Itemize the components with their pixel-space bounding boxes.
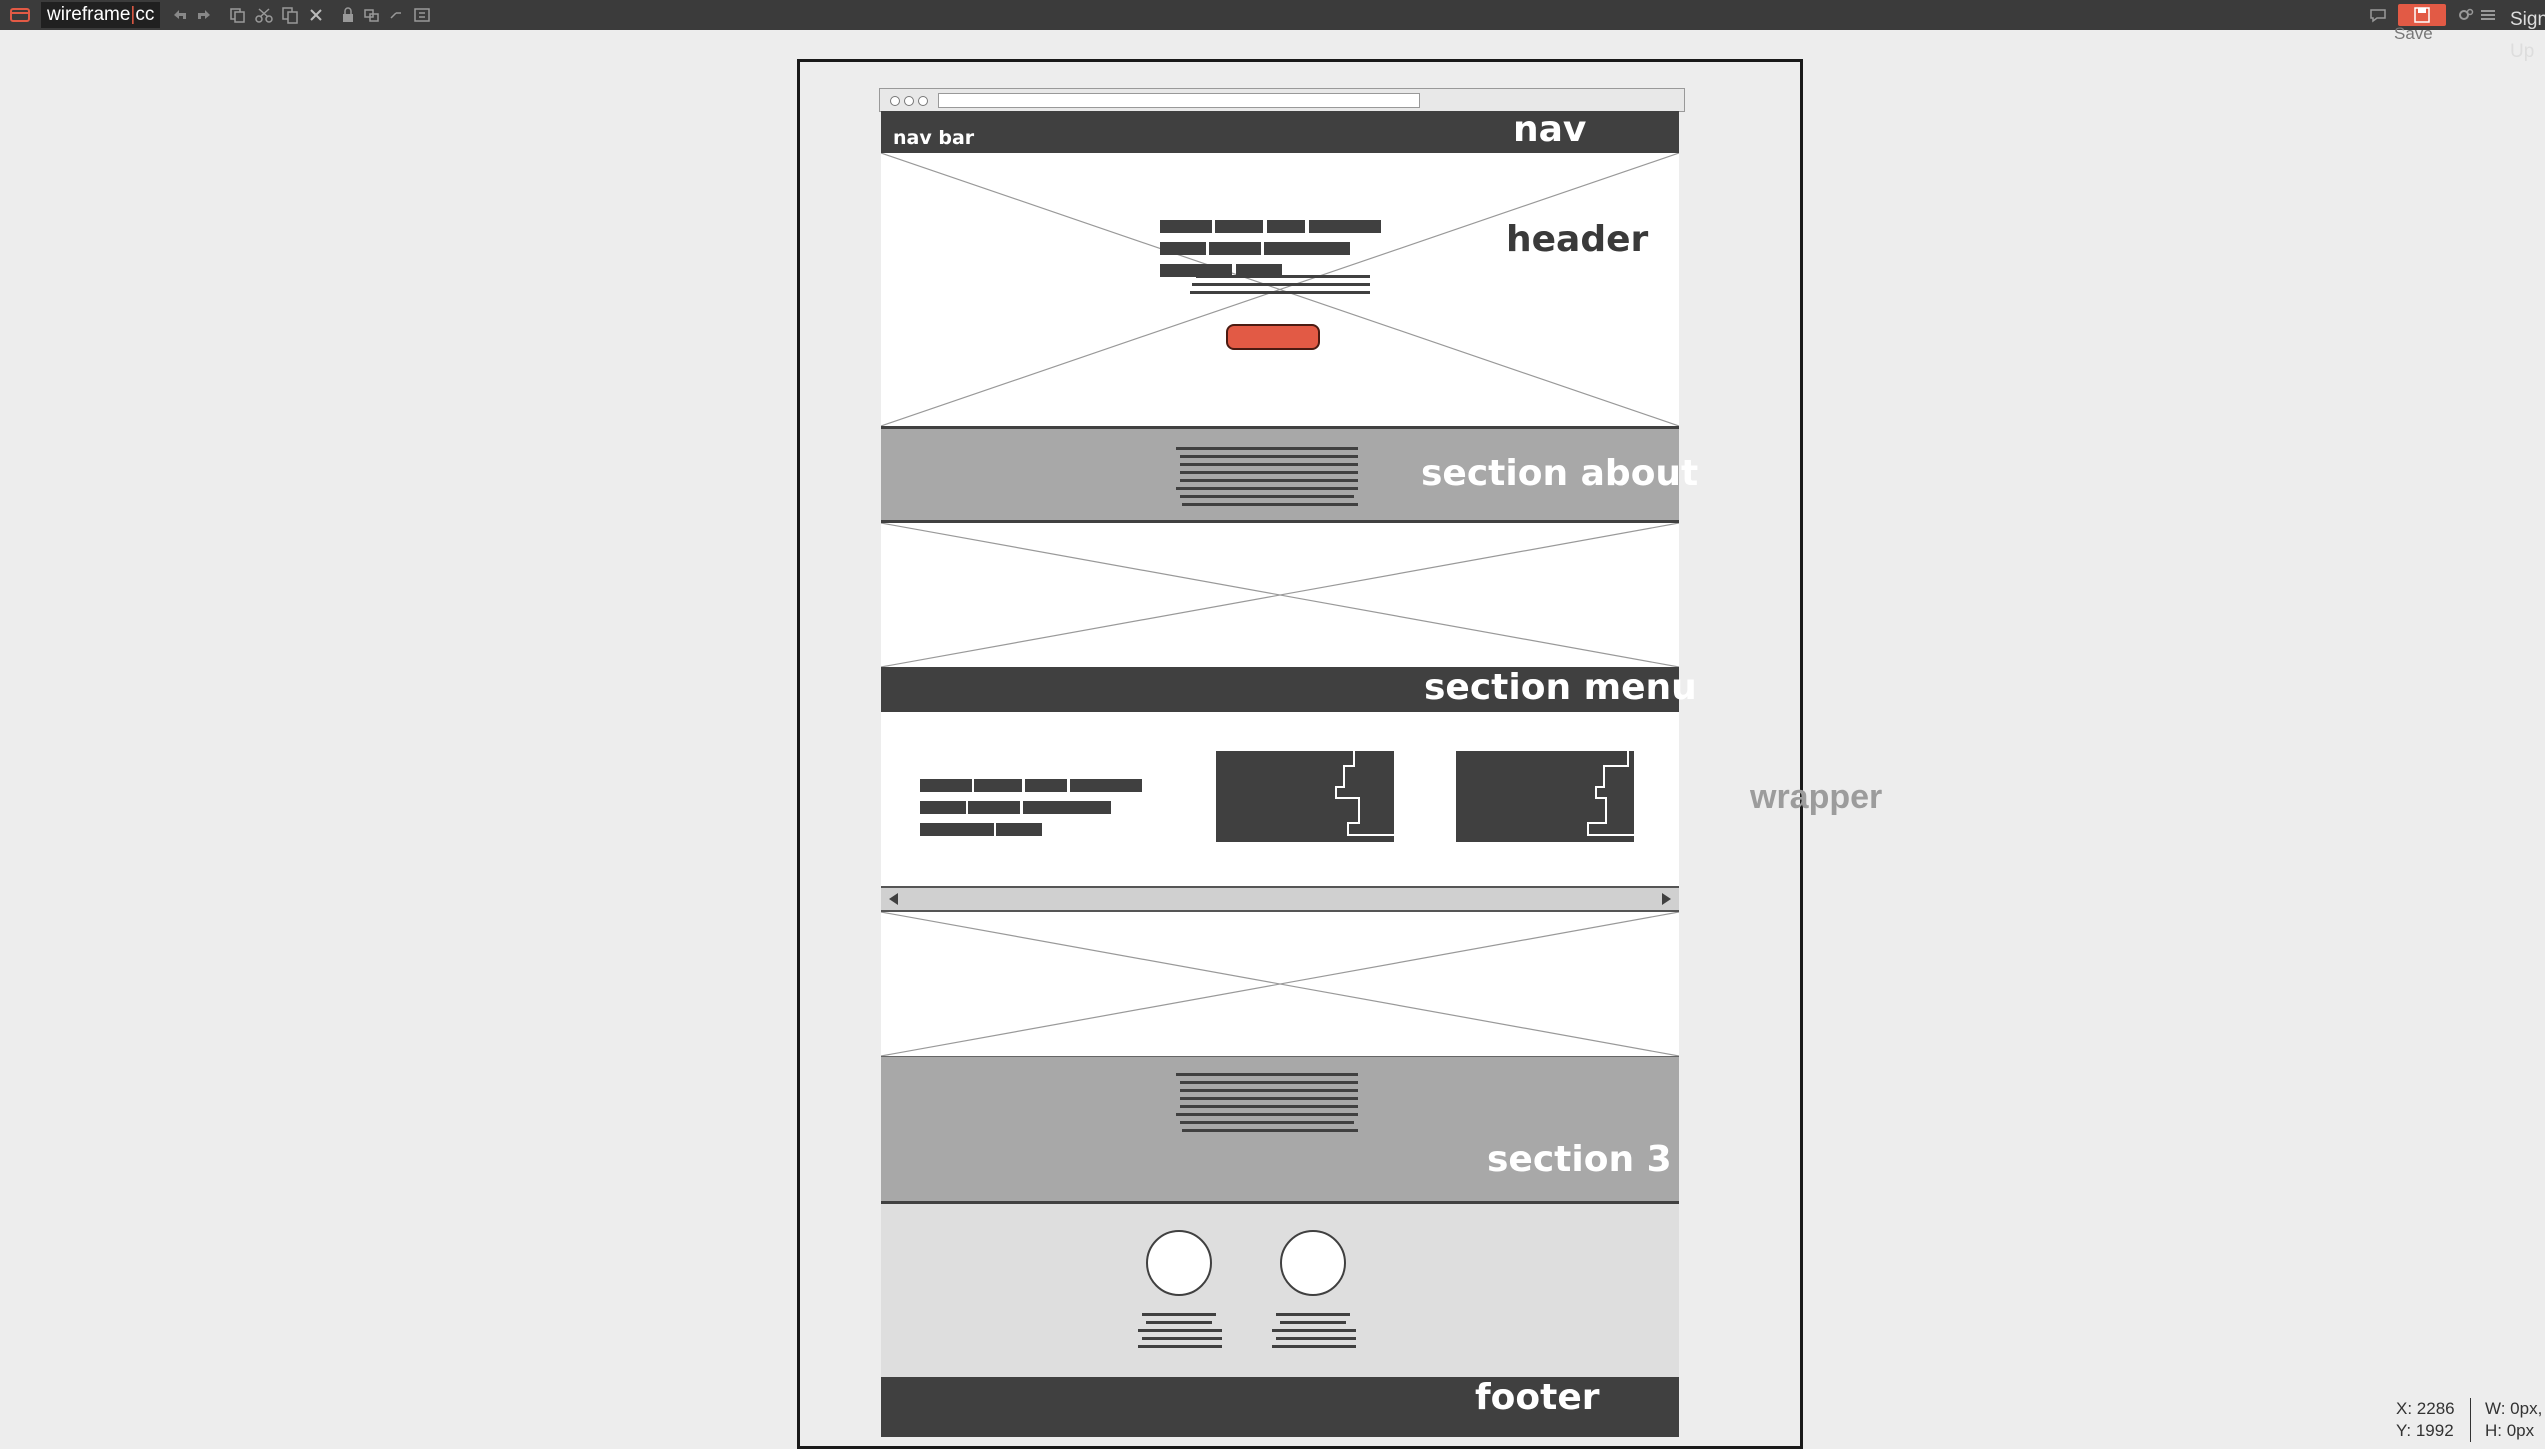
redo-icon[interactable]: [194, 6, 214, 24]
header-cta-button[interactable]: [1226, 324, 1320, 350]
cursor-coordinates: X: 2286 Y: 1992: [2396, 1398, 2455, 1442]
copy-icon[interactable]: [280, 6, 300, 24]
x-coordinate: X: 2286: [2396, 1399, 2455, 1418]
image-placeholder-3[interactable]: [881, 910, 1679, 1056]
window-dot: [918, 96, 928, 106]
menu-card-icon: [1335, 751, 1394, 836]
window-dot: [904, 96, 914, 106]
lock-icon[interactable]: [338, 6, 358, 24]
save-label: Save: [2394, 24, 2433, 43]
menu-card[interactable]: [1456, 751, 1634, 842]
window-dot: [890, 96, 900, 106]
align-icon[interactable]: [412, 6, 432, 24]
logo-suffix: cc: [135, 4, 155, 25]
section-menu-label: section menu: [1424, 667, 1697, 708]
height-readout: H: 0px: [2485, 1421, 2535, 1440]
avatar[interactable]: [1146, 1230, 1212, 1296]
wrapper-label: wrapper: [1750, 778, 1883, 816]
section-about[interactable]: section about: [881, 429, 1698, 523]
top-toolbar: wireframe|cc Sign Up: [0, 0, 2545, 62]
nav-section[interactable]: nav bar nav: [881, 109, 1679, 153]
delete-icon[interactable]: [306, 6, 326, 24]
menu-icon[interactable]: [2478, 6, 2498, 24]
selection-size: W: 0px, H: 0px: [2470, 1398, 2542, 1442]
menu-card-icon: [1587, 751, 1634, 836]
app-window-icon[interactable]: [8, 5, 32, 25]
ungroup-icon[interactable]: [386, 6, 406, 24]
url-bar: [938, 93, 1420, 108]
width-readout: W: 0px,: [2485, 1399, 2543, 1418]
section-3-label: section 3: [1487, 1139, 1672, 1180]
duplicate-icon[interactable]: [228, 6, 248, 24]
team-section[interactable]: [881, 1204, 1679, 1377]
image-placeholder: [881, 153, 1679, 426]
footer-section[interactable]: footer: [881, 1377, 1679, 1437]
undo-icon[interactable]: [170, 6, 190, 24]
horizontal-scrollbar[interactable]: [881, 886, 1679, 910]
scroll-left-icon[interactable]: [887, 892, 901, 906]
save-button[interactable]: [2398, 4, 2446, 26]
nav-label: nav: [1513, 109, 1587, 150]
section-about-label: section about: [1421, 453, 1699, 494]
scroll-right-icon[interactable]: [1659, 892, 1673, 906]
image-placeholder-lines: [881, 523, 1679, 667]
section-menu-bar[interactable]: section menu: [881, 667, 1697, 712]
nav-bar-text: nav bar: [893, 127, 975, 149]
signup-link[interactable]: Sign Up: [2510, 4, 2545, 68]
group-icon[interactable]: [362, 6, 382, 24]
logo-name: wireframe: [47, 4, 131, 25]
y-coordinate: Y: 1992: [2396, 1421, 2454, 1440]
comment-icon[interactable]: [2368, 6, 2388, 24]
settings-icon[interactable]: [2456, 6, 2476, 24]
image-placeholder-lines: [881, 912, 1679, 1056]
app-logo[interactable]: wireframe|cc: [41, 2, 161, 28]
cut-icon[interactable]: [254, 6, 274, 24]
footer-label: footer: [1475, 1377, 1600, 1418]
image-placeholder-2[interactable]: [881, 523, 1679, 667]
menu-card[interactable]: [1216, 751, 1394, 842]
header-label: header: [1506, 219, 1649, 260]
avatar[interactable]: [1280, 1230, 1346, 1296]
